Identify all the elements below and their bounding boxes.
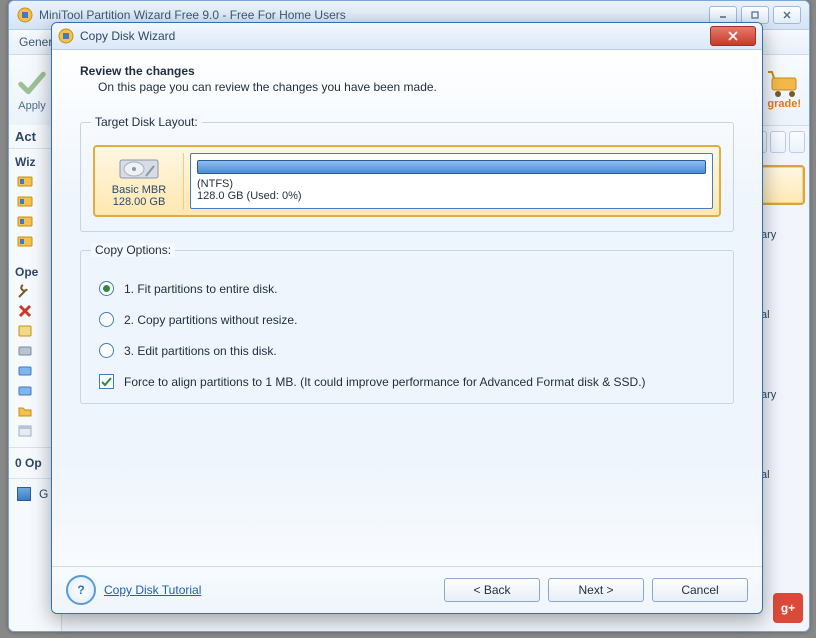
partition-chunk[interactable]: al <box>759 455 805 495</box>
dialog-title: Copy Disk Wizard <box>80 29 710 43</box>
target-disk-frame: Target Disk Layout: Basic MBR 128.00 GB … <box>80 122 734 232</box>
target-disk-legend: Target Disk Layout: <box>91 115 202 129</box>
help-link[interactable]: Copy Disk Tutorial <box>104 583 201 597</box>
next-button[interactable]: Next > <box>548 578 644 602</box>
view-chip[interactable] <box>789 131 805 153</box>
disk-type-label: Basic MBR <box>112 184 166 196</box>
apply-button[interactable]: Apply <box>17 68 47 112</box>
dialog-body: Review the changes On this page you can … <box>52 50 762 566</box>
copy-options-frame: Copy Options: 1. Fit partitions to entir… <box>80 250 734 404</box>
dialog-titlebar: Copy Disk Wizard <box>52 23 762 50</box>
option-label: 2. Copy partitions without resize. <box>124 313 297 327</box>
option-label: Force to align partitions to 1 MB. (It c… <box>124 375 646 389</box>
option-force-align[interactable]: Force to align partitions to 1 MB. (It c… <box>99 374 721 389</box>
panel-icon <box>17 423 33 439</box>
view-chip[interactable] <box>770 131 786 153</box>
partition-chunk[interactable]: ary <box>759 375 805 415</box>
checkmark-icon <box>17 68 47 98</box>
option-copy-without-resize[interactable]: 2. Copy partitions without resize. <box>99 312 721 327</box>
legend-label: G <box>39 487 48 501</box>
hard-drive-icon <box>118 154 160 182</box>
cart-icon <box>768 70 800 98</box>
cancel-button[interactable]: Cancel <box>652 578 748 602</box>
drive-grey-icon <box>17 343 33 359</box>
google-plus-button[interactable]: g+ <box>773 593 803 623</box>
back-button[interactable]: < Back <box>444 578 540 602</box>
partition-chunk[interactable]: al <box>759 295 805 335</box>
wizard-icon <box>17 233 33 249</box>
upgrade-label: grade! <box>767 98 801 110</box>
wizard-icon <box>17 173 33 189</box>
wizard-icon <box>17 213 33 229</box>
legend-swatch <box>17 487 31 501</box>
disk-selected[interactable] <box>759 165 805 205</box>
tools-icon <box>17 283 33 299</box>
apply-label: Apply <box>18 100 46 112</box>
option-edit-partitions[interactable]: 3. Edit partitions on this disk. <box>99 343 721 358</box>
partition-chunk[interactable]: ary <box>759 215 805 255</box>
partition-box[interactable]: (NTFS) 128.0 GB (Used: 0%) <box>190 153 713 209</box>
folder-icon <box>17 403 33 419</box>
radio-icon <box>99 312 114 327</box>
copy-options-legend: Copy Options: <box>91 243 175 257</box>
upgrade-button[interactable]: grade! <box>767 70 801 110</box>
review-heading: Review the changes <box>80 64 734 78</box>
partition-chunk-label: ary <box>761 229 776 241</box>
partition-size-label: 128.0 GB (Used: 0%) <box>197 190 706 202</box>
app-icon <box>17 7 33 23</box>
delete-icon <box>17 303 33 319</box>
disk-thumbnail: Basic MBR 128.00 GB <box>101 153 184 209</box>
partition-fs-label: (NTFS) <box>197 178 706 190</box>
help-icon[interactable]: ? <box>66 575 96 605</box>
target-disk-row[interactable]: Basic MBR 128.00 GB (NTFS) 128.0 GB (Use… <box>93 145 721 217</box>
review-subtitle: On this page you can review the changes … <box>98 80 734 94</box>
right-disk-stack: ary al ary al <box>759 131 805 535</box>
partition-chunk-label: ary <box>761 389 776 401</box>
disk-flat-icon <box>17 323 33 339</box>
copy-disk-wizard-dialog: Copy Disk Wizard Review the changes On t… <box>51 22 763 614</box>
drive-blue-icon <box>17 383 33 399</box>
close-main-button[interactable] <box>773 6 801 24</box>
checkbox-icon <box>99 374 114 389</box>
disk-size-label: 128.00 GB <box>113 196 166 208</box>
partition-usage-bar <box>197 160 706 174</box>
option-fit-partitions[interactable]: 1. Fit partitions to entire disk. <box>99 281 721 296</box>
option-label: 3. Edit partitions on this disk. <box>124 344 277 358</box>
radio-icon <box>99 343 114 358</box>
main-window-title: MiniTool Partition Wizard Free 9.0 - Fre… <box>39 8 709 22</box>
option-label: 1. Fit partitions to entire disk. <box>124 282 277 296</box>
dialog-footer: ? Copy Disk Tutorial < Back Next > Cance… <box>52 566 762 613</box>
close-icon <box>728 31 738 41</box>
app-icon <box>58 28 74 44</box>
wizard-icon <box>17 193 33 209</box>
radio-icon <box>99 281 114 296</box>
dialog-close-button[interactable] <box>710 26 756 46</box>
drive-blue-icon <box>17 363 33 379</box>
